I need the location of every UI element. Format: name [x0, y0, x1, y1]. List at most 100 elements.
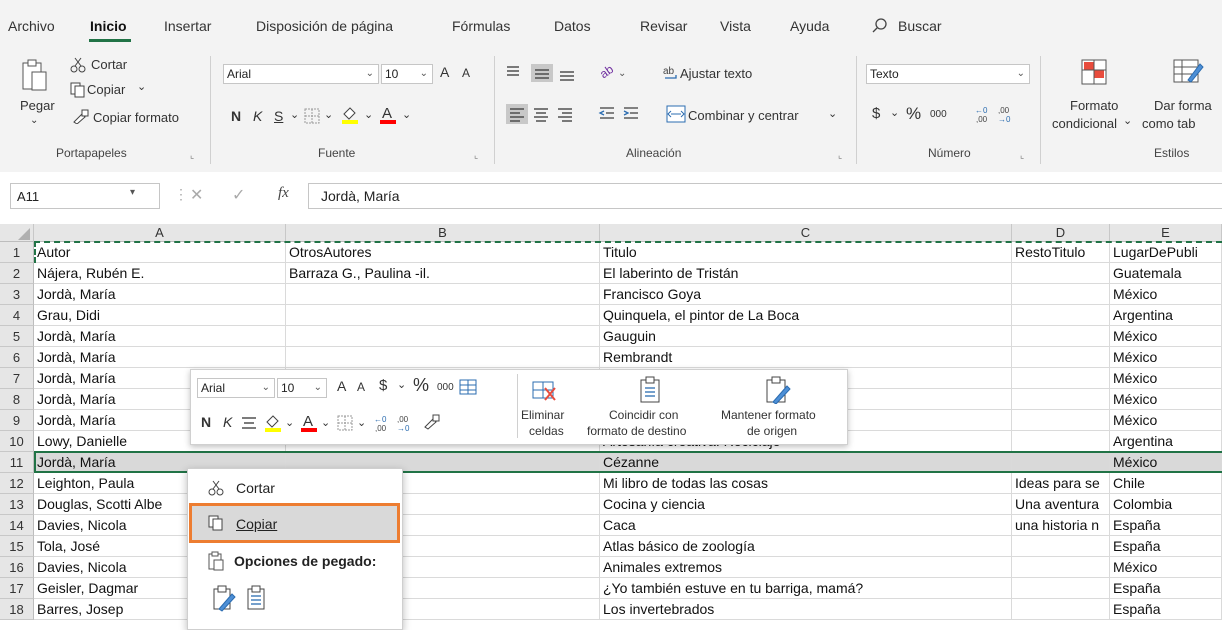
table-cell[interactable]: España: [1110, 515, 1222, 536]
table-cell[interactable]: [1012, 305, 1110, 326]
table-cell[interactable]: España: [1110, 536, 1222, 557]
mini-thousands-button[interactable]: 000: [437, 382, 454, 393]
insert-function-icon[interactable]: fx: [278, 185, 289, 202]
chevron-down-icon[interactable]: ⌄: [357, 416, 366, 429]
ctx-copy-item[interactable]: Copiar: [189, 503, 400, 543]
tab-vista[interactable]: Vista: [720, 18, 751, 34]
name-box[interactable]: A11 ▾: [10, 183, 160, 209]
table-cell[interactable]: Caca: [600, 515, 1012, 536]
tab-insertar[interactable]: Insertar: [164, 18, 211, 34]
copy-button[interactable]: Copiar: [87, 82, 125, 97]
font-name-select[interactable]: Arial ⌄: [223, 64, 379, 84]
table-cell[interactable]: [1012, 578, 1110, 599]
row-header[interactable]: 4: [0, 305, 34, 326]
table-cell[interactable]: [1012, 599, 1110, 620]
table-cell[interactable]: México: [1110, 284, 1222, 305]
row-header[interactable]: 11: [0, 452, 34, 473]
table-cell[interactable]: [286, 284, 600, 305]
match-destination-line2[interactable]: formato de destino: [587, 424, 686, 438]
paste-icon[interactable]: [20, 58, 50, 94]
table-cell[interactable]: Chile: [1110, 473, 1222, 494]
table-cell[interactable]: [286, 347, 600, 368]
column-header-b[interactable]: B: [286, 224, 600, 242]
table-cell[interactable]: Jordà, María: [34, 326, 286, 347]
fuente-launcher-icon[interactable]: ⌞: [474, 150, 478, 161]
row-header[interactable]: 15: [0, 536, 34, 557]
table-cell[interactable]: Nájera, Rubén E.: [34, 263, 286, 284]
chevron-down-icon[interactable]: ⌄: [290, 108, 299, 121]
row-header[interactable]: 16: [0, 557, 34, 578]
wrap-text-button[interactable]: Ajustar texto: [680, 66, 752, 81]
tab-inicio[interactable]: Inicio: [90, 18, 127, 34]
enter-icon[interactable]: ✓: [232, 185, 245, 205]
tab-disposicion[interactable]: Disposición de página: [256, 18, 393, 34]
table-cell[interactable]: Francisco Goya: [600, 284, 1012, 305]
percent-button[interactable]: %: [906, 104, 921, 124]
table-cell[interactable]: Quinquela, el pintor de La Boca: [600, 305, 1012, 326]
italic-button[interactable]: K: [253, 108, 262, 124]
mini-fill-color-icon[interactable]: [263, 412, 283, 432]
table-cell[interactable]: Jordà, María: [34, 347, 286, 368]
horizontal-align-icons[interactable]: [506, 104, 586, 124]
row-header[interactable]: 12: [0, 473, 34, 494]
table-cell[interactable]: [1012, 536, 1110, 557]
row-header[interactable]: 1: [0, 242, 34, 263]
font-color-icon[interactable]: A: [378, 104, 398, 124]
search-box[interactable]: Buscar: [898, 18, 942, 34]
paste-keep-source-icon[interactable]: [212, 585, 236, 613]
select-all-corner[interactable]: [0, 224, 34, 242]
mini-center-align-icon[interactable]: [241, 416, 257, 430]
cut-button[interactable]: Cortar: [91, 57, 127, 72]
chevron-down-icon[interactable]: ⌄: [828, 107, 837, 120]
table-cell[interactable]: [1012, 557, 1110, 578]
column-header-d[interactable]: D: [1012, 224, 1110, 242]
numero-launcher-icon[interactable]: ⌞: [1020, 150, 1024, 161]
row-header[interactable]: 17: [0, 578, 34, 599]
table-cell[interactable]: México: [1110, 368, 1222, 389]
underline-button[interactable]: S: [274, 108, 283, 124]
thousands-button[interactable]: 000: [930, 109, 947, 120]
mini-format-painter-icon[interactable]: [423, 413, 441, 431]
column-header-e[interactable]: E: [1110, 224, 1222, 242]
table-cell[interactable]: [1012, 368, 1110, 389]
table-cell[interactable]: España: [1110, 599, 1222, 620]
chevron-down-icon[interactable]: ⌄: [402, 108, 411, 121]
mini-shrink-font-button[interactable]: A: [357, 380, 365, 394]
fill-color-icon[interactable]: [340, 104, 360, 124]
row-header[interactable]: 2: [0, 263, 34, 284]
row-header[interactable]: 8: [0, 389, 34, 410]
mini-percent-button[interactable]: %: [413, 375, 429, 396]
mini-decimal-icons[interactable]: ←0,00,00→0: [373, 413, 419, 433]
table-cell[interactable]: Mi libro de todas las cosas: [600, 473, 1012, 494]
table-cell[interactable]: [1012, 284, 1110, 305]
shrink-font-button[interactable]: A: [462, 66, 470, 80]
font-size-select[interactable]: 10 ⌄: [381, 64, 433, 84]
format-painter-button[interactable]: Copiar formato: [93, 110, 179, 125]
row-header[interactable]: 13: [0, 494, 34, 515]
mini-italic-button[interactable]: K: [223, 414, 232, 430]
chevron-down-icon[interactable]: ⌄: [321, 416, 330, 429]
chevron-down-icon[interactable]: ⌄: [285, 416, 294, 429]
table-cell[interactable]: [1012, 389, 1110, 410]
tab-archivo[interactable]: Archivo: [8, 18, 55, 34]
table-cell[interactable]: Cocina y ciencia: [600, 494, 1012, 515]
table-cell[interactable]: una historia n: [1012, 515, 1110, 536]
mini-font-name-select[interactable]: Arial ⌄: [197, 378, 275, 398]
table-cell[interactable]: Colombia: [1110, 494, 1222, 515]
row-header[interactable]: 7: [0, 368, 34, 389]
indent-icons[interactable]: [598, 104, 644, 124]
table-cell[interactable]: Animales extremos: [600, 557, 1012, 578]
table-cell[interactable]: Barraza G., Paulina -il.: [286, 263, 600, 284]
chevron-down-icon[interactable]: ⌄: [890, 106, 899, 119]
table-cell[interactable]: El laberinto de Tristán: [600, 263, 1012, 284]
ctx-cut-item[interactable]: Cortar: [188, 472, 402, 504]
table-cell[interactable]: Los invertebrados: [600, 599, 1012, 620]
cancel-icon[interactable]: ✕: [190, 185, 203, 205]
table-cell[interactable]: México: [1110, 389, 1222, 410]
paste-match-destination-icon[interactable]: [246, 585, 268, 613]
format-as-table-line2[interactable]: como tab: [1142, 116, 1195, 131]
table-cell[interactable]: México: [1110, 326, 1222, 347]
table-cell[interactable]: México: [1110, 410, 1222, 431]
conditional-format-line2[interactable]: condicional: [1052, 116, 1117, 131]
keep-source-button[interactable]: Mantener formato: [721, 408, 816, 422]
